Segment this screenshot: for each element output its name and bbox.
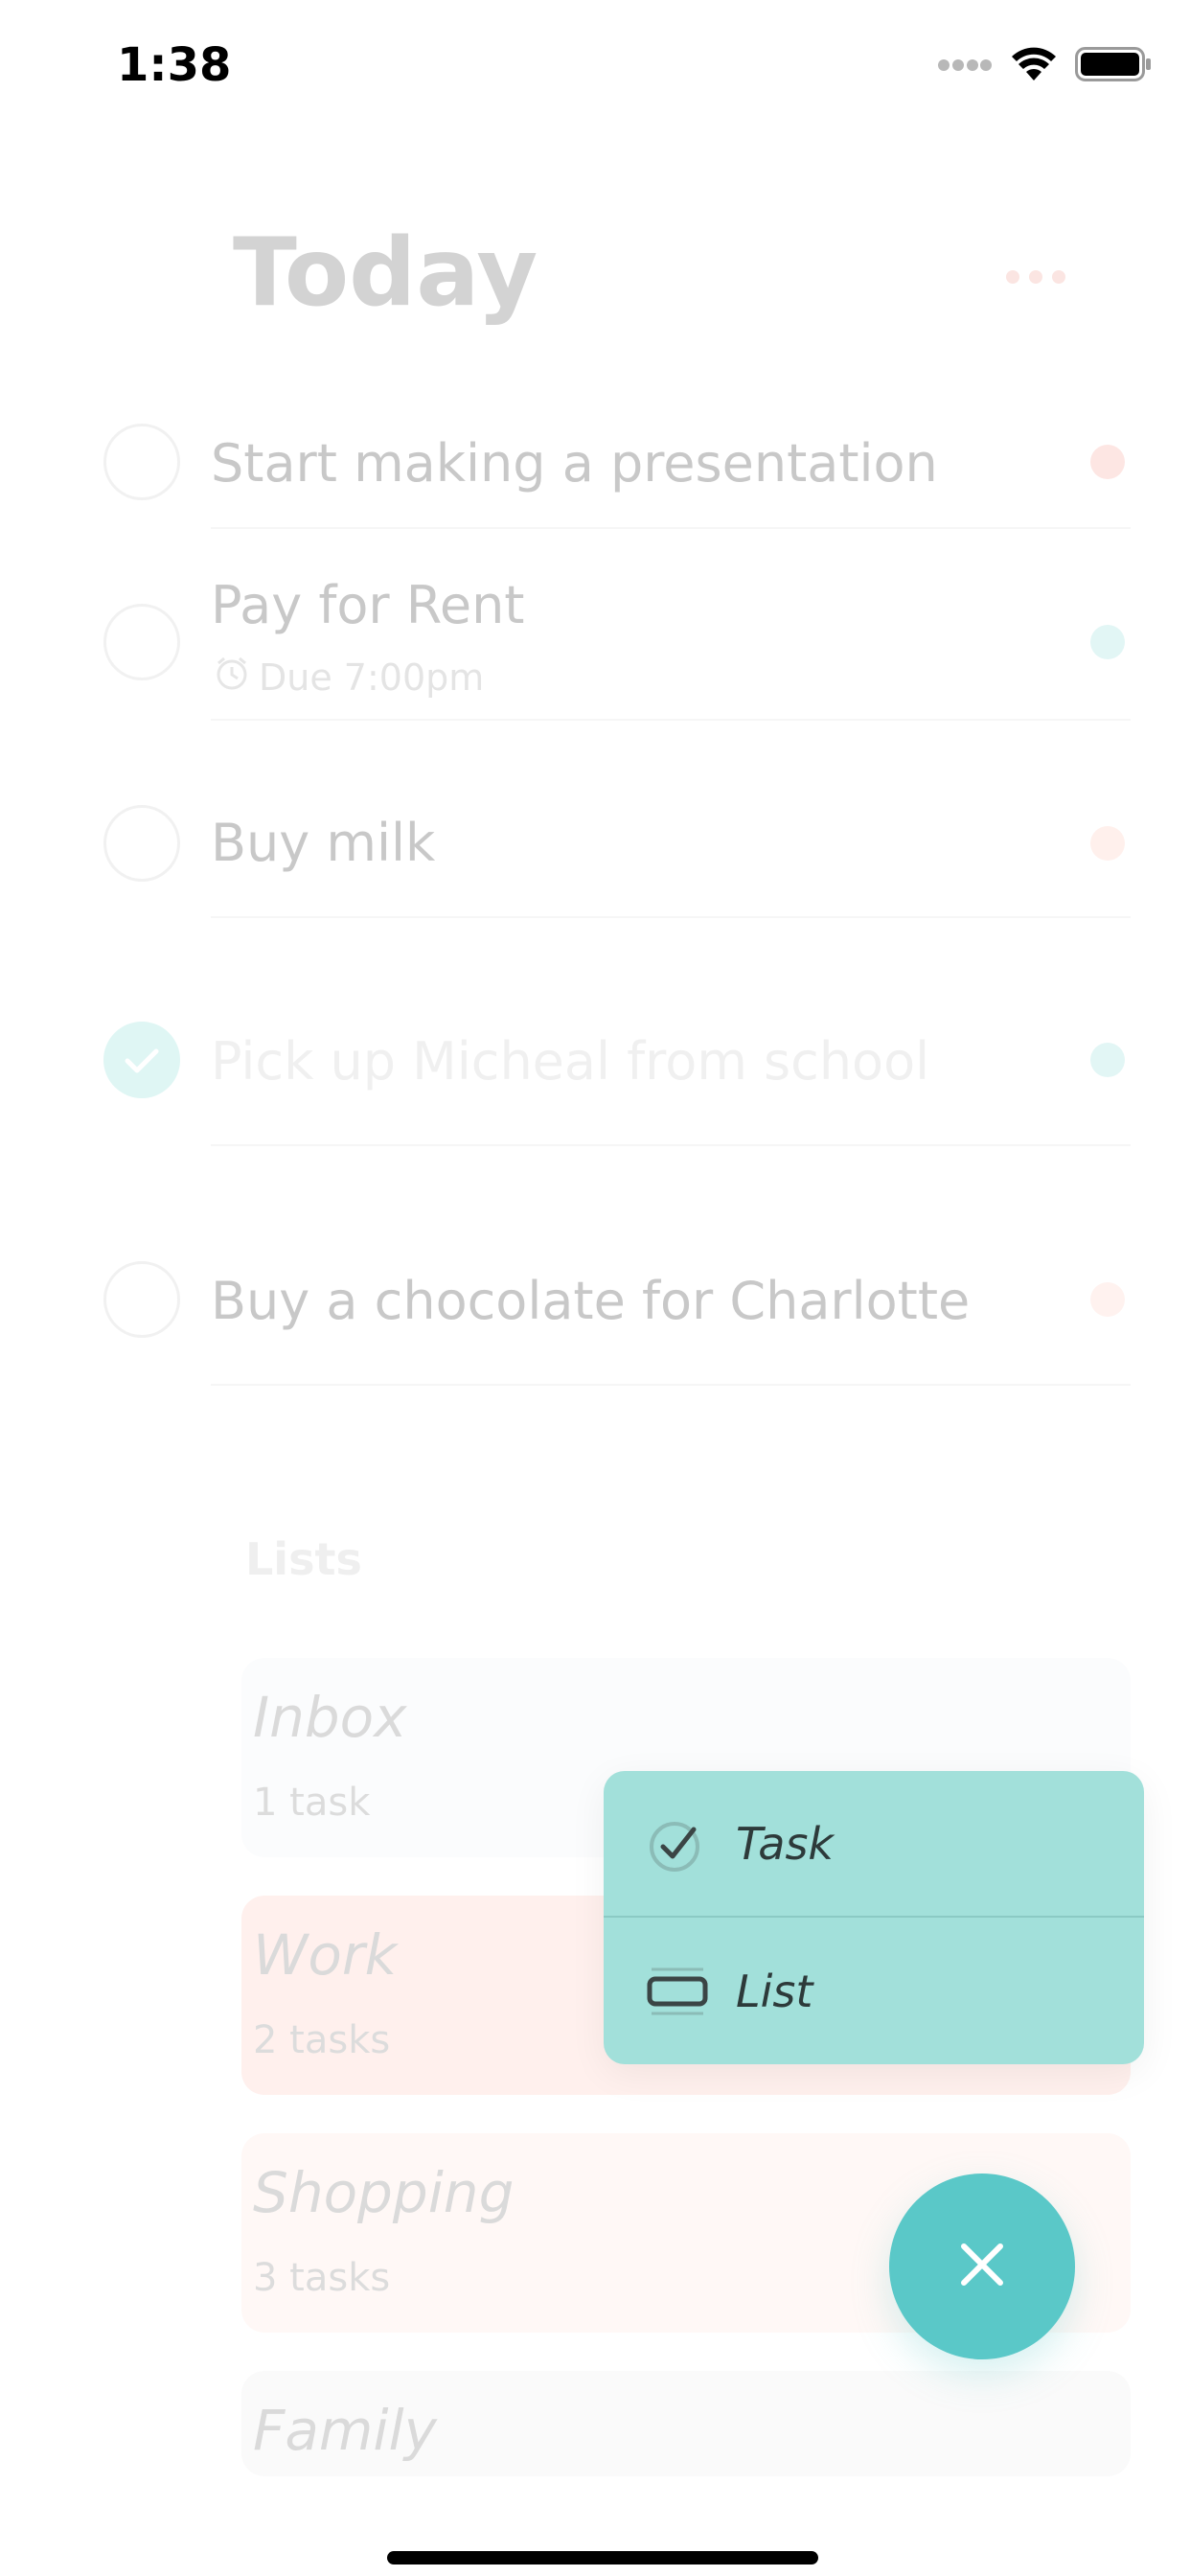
task-color-dot (1090, 826, 1125, 861)
more-dot-icon (1029, 270, 1042, 284)
signal-icon (937, 58, 993, 76)
divider (211, 916, 1131, 918)
more-dot-icon (1006, 270, 1019, 284)
wifi-icon (1010, 46, 1058, 86)
task-due: Due 7:00pm (213, 654, 484, 701)
divider (211, 1144, 1131, 1146)
status-icons (937, 46, 1152, 86)
divider (211, 527, 1131, 529)
task-title: Pay for Rent (211, 575, 525, 635)
task-row[interactable]: Pick up Micheal from school (0, 1020, 1190, 1154)
home-indicator[interactable] (387, 2551, 818, 2564)
task-checkbox[interactable] (103, 604, 180, 680)
check-circle-icon (644, 1810, 711, 1877)
task-color-dot (1090, 1282, 1125, 1317)
task-color-dot (1090, 625, 1125, 659)
divider (211, 719, 1131, 721)
task-row[interactable]: Buy a chocolate for Charlotte (0, 1259, 1190, 1393)
list-card-family[interactable]: Family (241, 2371, 1131, 2476)
add-list-label: List (736, 1966, 813, 2017)
battery-icon (1075, 47, 1152, 85)
add-menu-popup: Task List (604, 1771, 1144, 2064)
list-count: 1 task (253, 1781, 371, 1825)
task-row[interactable]: Start making a presentation (0, 422, 1190, 537)
add-list-menu-item[interactable]: List (604, 1919, 1144, 2064)
add-task-menu-item[interactable]: Task (604, 1771, 1144, 1917)
more-dot-icon (1052, 270, 1065, 284)
task-title: Buy a chocolate for Charlotte (211, 1271, 971, 1331)
task-color-dot (1090, 445, 1125, 479)
task-title: Buy milk (211, 813, 436, 873)
page-title: Today (233, 218, 538, 328)
menu-divider (604, 1916, 1144, 1918)
list-count: 2 tasks (253, 2018, 391, 2062)
close-icon (958, 2241, 1006, 2292)
task-row[interactable]: Pay for Rent Due 7:00pm (0, 575, 1190, 728)
add-task-label: Task (736, 1818, 835, 1870)
close-menu-button[interactable] (889, 2174, 1075, 2359)
task-row[interactable]: Buy milk (0, 801, 1190, 926)
list-name: Work (253, 1922, 398, 1988)
alarm-clock-icon (213, 654, 251, 701)
lists-heading: Lists (245, 1533, 362, 1585)
check-icon (125, 1048, 159, 1073)
list-count: 3 tasks (253, 2256, 391, 2300)
task-color-dot (1090, 1043, 1125, 1077)
task-checkbox-checked[interactable] (103, 1022, 180, 1098)
task-checkbox[interactable] (103, 424, 180, 500)
list-name: Inbox (253, 1685, 407, 1750)
status-time: 1:38 (117, 38, 232, 92)
task-due-text: Due 7:00pm (259, 656, 485, 699)
list-name: Shopping (253, 2160, 515, 2225)
task-checkbox[interactable] (103, 805, 180, 882)
list-card-icon (644, 1958, 711, 2025)
task-checkbox[interactable] (103, 1261, 180, 1338)
list-name: Family (253, 2398, 437, 2463)
task-title: Start making a presentation (211, 433, 938, 494)
divider (211, 1384, 1131, 1386)
more-options-button[interactable] (1006, 270, 1065, 284)
task-title: Pick up Micheal from school (211, 1031, 930, 1092)
